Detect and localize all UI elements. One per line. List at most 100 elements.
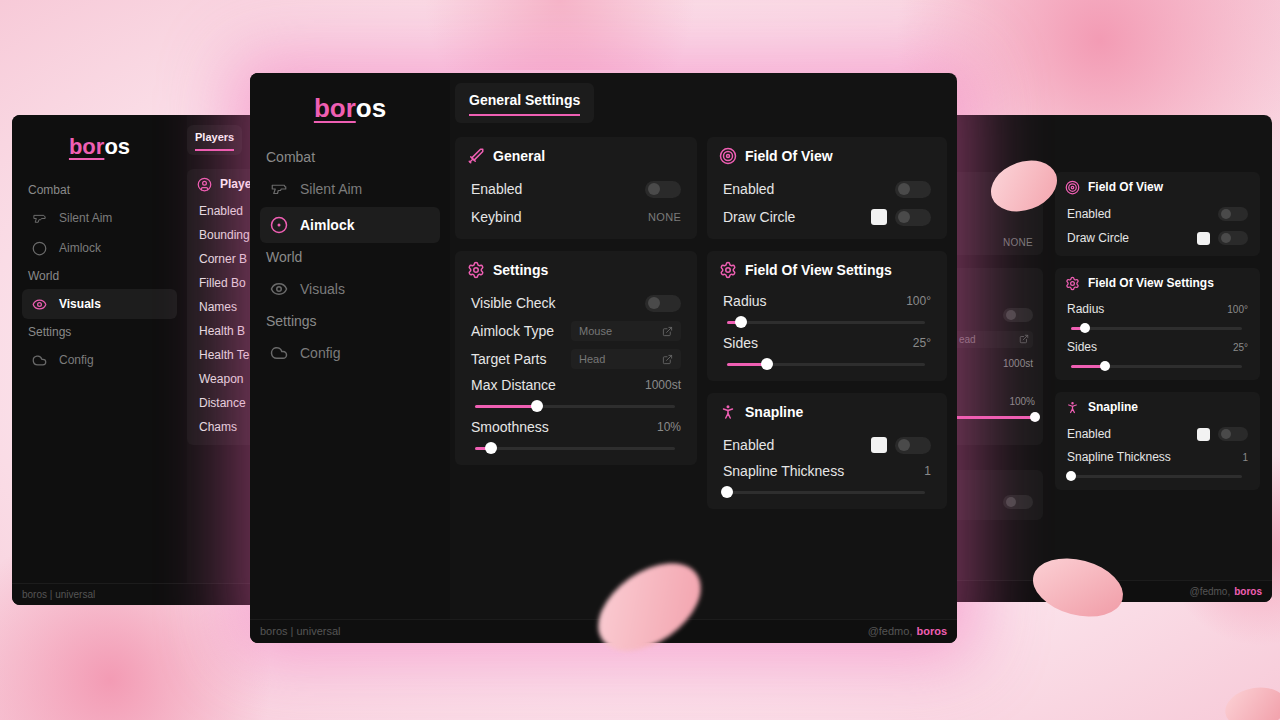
slider[interactable]	[955, 416, 1035, 419]
slider-row: Smoothness10%	[455, 415, 697, 457]
nav-section: WorldVisuals	[22, 263, 177, 319]
row-label: Radius	[1067, 300, 1104, 318]
row-label: Enabled	[1067, 205, 1111, 223]
card-header: Field Of View Settings	[707, 251, 947, 289]
toggle-switch[interactable]	[895, 437, 931, 454]
circle-icon	[32, 241, 47, 256]
option-row[interactable]: Health Te	[187, 343, 250, 367]
row-label: Enabled	[1067, 425, 1111, 443]
color-swatch[interactable]	[871, 437, 887, 453]
option-row[interactable]: Filled Bo	[187, 271, 250, 295]
option-row[interactable]: Weapon	[187, 367, 250, 391]
slider-row: Sides25°	[707, 331, 947, 373]
slider-knob[interactable]	[721, 486, 733, 498]
slider-reading: 1	[1242, 450, 1248, 465]
dropdown[interactable]: ead	[955, 331, 1033, 348]
toggle-switch[interactable]	[895, 209, 931, 226]
content: General Settings General Enabled Keybind NON…	[450, 73, 957, 619]
toggle-switch[interactable]	[1218, 207, 1248, 221]
slider-knob[interactable]	[1100, 361, 1110, 371]
toggle-knob	[1221, 209, 1231, 219]
row-label: Sides	[723, 333, 758, 354]
dropdown[interactable]: Head	[571, 349, 681, 370]
sidebar-item[interactable]: Visuals	[22, 289, 177, 319]
settings-card	[955, 470, 1043, 520]
open-dropdown-icon	[662, 326, 673, 337]
toggle-switch[interactable]	[895, 181, 931, 198]
sidebar-item[interactable]: Config	[22, 345, 177, 375]
card-header: Playe	[187, 169, 250, 199]
sidebar-item[interactable]: Silent Aim	[260, 171, 440, 207]
nav-section: SettingsConfig	[260, 307, 440, 371]
slider-knob[interactable]	[735, 316, 747, 328]
settings-card: PlayeEnabledBoundingCorner BFilled BoNam…	[187, 169, 250, 445]
color-swatch[interactable]	[1197, 428, 1210, 441]
section-label: World	[260, 243, 440, 271]
row-label: Aimlock Type	[471, 321, 554, 342]
option-row[interactable]: Bounding	[187, 223, 250, 247]
color-swatch[interactable]	[1197, 232, 1210, 245]
toggle-switch[interactable]	[1218, 231, 1248, 245]
settings-column: Field Of ViewEnabledDraw CircleField Of …	[707, 137, 947, 509]
option-row[interactable]: Enabled	[187, 199, 250, 223]
card-title: General	[493, 146, 545, 167]
nav-section: CombatSilent AimAimlock	[22, 177, 177, 263]
settings-card: SnaplineEnabledSnapline Thickness1	[1055, 392, 1260, 490]
slider-knob[interactable]	[1030, 412, 1040, 422]
toggle-switch[interactable]	[645, 295, 681, 312]
option-row[interactable]: Corner B	[187, 247, 250, 271]
slider[interactable]	[1071, 327, 1242, 330]
slider[interactable]	[1071, 475, 1242, 478]
settings-card: SnaplineEnabledSnapline Thickness1	[707, 393, 947, 509]
option-row[interactable]: Distance	[187, 391, 250, 415]
slider[interactable]	[727, 491, 925, 494]
content: Players PlayeEnabledBoundingCorner BFille…	[187, 115, 250, 583]
keybind-value[interactable]: NONE	[1003, 235, 1033, 250]
keybind-row: NONE	[955, 230, 1043, 254]
toggle-row: Enabled	[455, 175, 697, 203]
section-label: World	[22, 263, 177, 289]
toggle-row: Visible Check	[455, 289, 697, 317]
slider-fill	[955, 416, 1035, 419]
option-row[interactable]: Health B	[187, 319, 250, 343]
row-label: Draw Circle	[723, 207, 795, 228]
toggle-switch[interactable]	[1003, 308, 1033, 322]
sidebar-item[interactable]: Silent Aim	[22, 203, 177, 233]
tab[interactable]: General Settings	[455, 83, 594, 123]
slider[interactable]	[1071, 365, 1242, 368]
slider-row: Radius100°	[1055, 298, 1260, 336]
slider-knob[interactable]	[1080, 323, 1090, 333]
toggle-switch[interactable]	[645, 181, 681, 198]
tab[interactable]: Players	[187, 125, 242, 155]
slider-knob[interactable]	[1066, 471, 1076, 481]
row-label: Chams	[199, 418, 237, 436]
settings-card: SettingsVisible CheckAimlock TypeMouseTa…	[455, 251, 697, 465]
row-label: Enabled	[723, 435, 774, 456]
keybind-value[interactable]: NONE	[648, 209, 681, 226]
color-swatch[interactable]	[871, 209, 887, 225]
sidebar-item[interactable]: Visuals	[260, 271, 440, 307]
slider[interactable]	[727, 363, 925, 366]
card-title: Snapline	[745, 402, 803, 423]
slider[interactable]	[727, 321, 925, 324]
slider-knob[interactable]	[485, 442, 497, 454]
toggle-switch[interactable]	[1003, 495, 1033, 509]
toggle-knob	[648, 183, 660, 195]
sidebar-item[interactable]: Aimlock	[22, 233, 177, 263]
option-row[interactable]: Chams	[187, 415, 250, 439]
card-title: Field Of View Settings	[1088, 274, 1214, 292]
slider[interactable]	[475, 405, 675, 408]
row-label: Keybind	[471, 207, 522, 228]
slider[interactable]	[475, 447, 675, 450]
sidebar-item[interactable]: Aimlock	[260, 207, 440, 243]
sidebar-item[interactable]: Config	[260, 335, 440, 371]
dropdown[interactable]: Mouse	[571, 321, 681, 342]
open-dropdown-icon	[662, 354, 673, 365]
row-label: Enabled	[471, 179, 522, 200]
slider-knob[interactable]	[531, 400, 543, 412]
settings-card: Field Of ViewEnabledDraw Circle	[1055, 172, 1260, 256]
slider-row: Max Distance1000st	[455, 373, 697, 415]
option-row[interactable]: Names	[187, 295, 250, 319]
toggle-switch[interactable]	[1218, 427, 1248, 441]
slider-knob[interactable]	[761, 358, 773, 370]
